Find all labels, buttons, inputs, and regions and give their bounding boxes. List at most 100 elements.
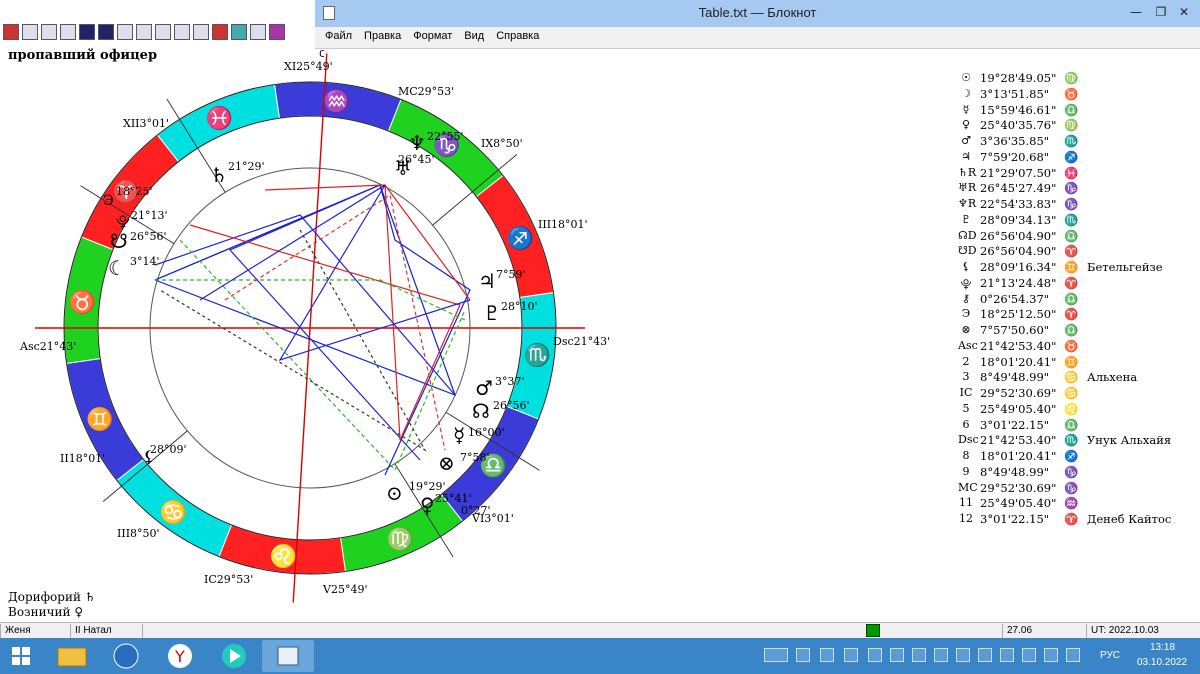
table-value: 21°42'53.40"	[980, 433, 1057, 448]
menu-view[interactable]: Вид	[464, 28, 484, 48]
table-glyph: 9	[962, 464, 970, 478]
table-glyph: Э	[961, 307, 971, 321]
table-sign: ♋	[1064, 370, 1079, 385]
table-sign: ♈	[1064, 275, 1079, 290]
bluetooth-icon[interactable]	[934, 648, 948, 662]
north-node-glyph: ☋	[110, 229, 128, 253]
notepad-task-button[interactable]	[262, 640, 314, 672]
notepad-task-icon	[277, 646, 299, 666]
menu-format[interactable]: Формат	[413, 28, 452, 48]
zodiac-sign-glyph: ♉	[69, 289, 96, 315]
table-value: 0°26'54.37"	[980, 291, 1050, 306]
status-bar: Женя II Натал 27.06 UT: 2022.10.03 10:18…	[0, 622, 1200, 650]
table-sign: ♓	[1064, 165, 1079, 180]
cusp-label: XI25°49'	[284, 60, 333, 73]
tool-icon[interactable]	[212, 24, 228, 40]
table-sign: ♎	[1064, 323, 1079, 337]
table-glyph: 8	[962, 449, 970, 462]
table-glyph: ♆R	[958, 197, 977, 210]
tool-icon[interactable]	[22, 24, 38, 40]
table-sign: ♏	[1064, 433, 1079, 448]
table-value: 18°01'20.41"	[980, 449, 1057, 463]
table-sign: ♑	[1064, 197, 1079, 211]
notepad-menubar: Файл Правка Формат Вид Справка	[315, 28, 539, 48]
cusp-label: Asc21°43'	[19, 340, 76, 353]
menu-edit[interactable]: Правка	[364, 28, 401, 48]
status-name: Женя	[0, 624, 31, 638]
close-icon[interactable]: ✕	[1173, 3, 1195, 23]
tray-icon[interactable]	[1000, 648, 1014, 662]
tool-icon[interactable]	[117, 24, 133, 40]
table-value: 25°40'35.76"	[980, 118, 1057, 133]
start-button[interactable]	[0, 640, 44, 672]
tray-icon[interactable]	[912, 648, 926, 662]
clock-time[interactable]: 13:18	[1150, 642, 1175, 653]
network-icon[interactable]	[1044, 648, 1058, 662]
table-sign: ♍	[1064, 71, 1079, 85]
explorer-button[interactable]	[46, 640, 98, 672]
tray-icon[interactable]	[820, 648, 834, 662]
menu-help[interactable]: Справка	[496, 28, 539, 48]
zodiac-sign-glyph: ♏	[524, 343, 551, 369]
tool-icon[interactable]	[193, 24, 209, 40]
table-value: 8°49'48.99"	[980, 464, 1050, 479]
minimize-icon[interactable]: —	[1125, 3, 1147, 23]
keyboard-icon[interactable]	[764, 648, 788, 662]
table-sign: ♋	[1064, 386, 1079, 400]
tool-icon[interactable]	[174, 24, 190, 40]
table-glyph: ⊗	[961, 323, 971, 336]
menu-file[interactable]: Файл	[325, 28, 352, 48]
tool-icon[interactable]	[3, 24, 19, 40]
moon-glyph: ☾	[108, 256, 126, 280]
language-indicator[interactable]: РУС	[1100, 650, 1120, 661]
cusp-label: IX8°50'	[481, 137, 523, 150]
tray-icon[interactable]	[890, 648, 904, 662]
table-sign: ♎	[1064, 291, 1079, 306]
table-glyph: ♅R	[958, 181, 977, 195]
volume-icon[interactable]	[1066, 648, 1080, 662]
tool-icon[interactable]	[41, 24, 57, 40]
tray-icon[interactable]	[796, 648, 810, 662]
tool-icon[interactable]	[269, 24, 285, 40]
table-value: 3°13'51.85"	[980, 86, 1050, 101]
jupiter-glyph: ♃	[478, 269, 496, 293]
status-num: 27.06	[1002, 624, 1032, 638]
table-value: 7°57'50.60"	[980, 323, 1050, 337]
table-sign: ♈	[1064, 307, 1079, 322]
table-value: 26°56'04.90"	[980, 244, 1057, 259]
table-glyph: ⚸	[961, 260, 971, 273]
table-star: Денеб Кайтос	[1087, 512, 1172, 526]
cusp-label: II18°01'	[60, 452, 105, 465]
tool-icon[interactable]	[231, 24, 247, 40]
zodiac-sign-glyph: ♍	[387, 526, 414, 552]
tool-icon[interactable]	[60, 24, 76, 40]
table-value: 25°49'05.40"	[980, 496, 1057, 511]
table-glyph: 3	[962, 370, 970, 384]
table-glyph: MC	[958, 480, 978, 494]
eris-glyph: Э	[103, 193, 114, 209]
table-glyph: ♀	[961, 118, 971, 132]
tray-icon[interactable]	[868, 648, 882, 662]
table-glyph: ⚷	[961, 291, 971, 305]
table-sign: ♏	[1064, 134, 1079, 148]
browser-button[interactable]	[100, 640, 152, 672]
tray-icon[interactable]	[978, 648, 992, 662]
table-sign: ♎	[1064, 417, 1079, 432]
tool-icon[interactable]	[136, 24, 152, 40]
planet-degree-label: 7°59'	[496, 268, 526, 281]
tool-icon[interactable]	[79, 24, 95, 40]
notepad-title: Table.txt — Блокнот	[698, 5, 817, 20]
tray-icon[interactable]	[844, 648, 858, 662]
tray-icon[interactable]	[956, 648, 970, 662]
table-value: 28°09'34.13"	[980, 212, 1057, 227]
yandex-button[interactable]: Y	[154, 640, 206, 672]
table-value: 29°52'30.69"	[980, 480, 1057, 495]
tool-icon[interactable]	[155, 24, 171, 40]
table-glyph: 2	[962, 354, 970, 368]
tray-icon[interactable]	[1022, 648, 1036, 662]
clock-date[interactable]: 03.10.2022	[1137, 657, 1187, 668]
app-button[interactable]	[208, 640, 260, 672]
tool-icon[interactable]	[98, 24, 114, 40]
tool-icon[interactable]	[250, 24, 266, 40]
maximize-icon[interactable]: ❐	[1150, 3, 1172, 23]
